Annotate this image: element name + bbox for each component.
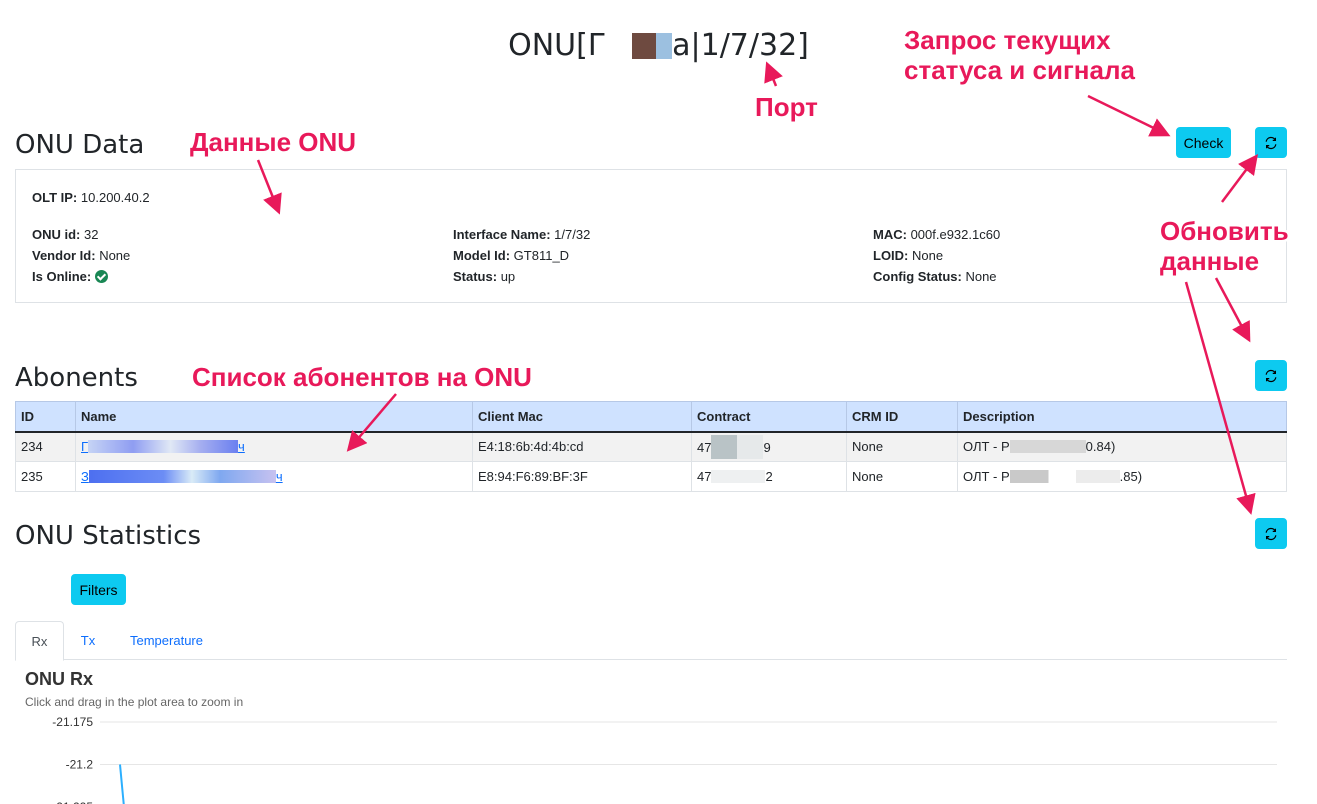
y-tick-label: -21.175 [52, 715, 93, 729]
refresh-icon [1265, 136, 1277, 149]
page-title-prefix: ONU[Г [508, 28, 607, 63]
table-row: 235 Зч E8:94:F6:89:BF:3F 47 2 None ОЛТ - … [15, 461, 1287, 492]
is-online-row: Is Online: [32, 266, 130, 287]
tab-rx[interactable]: Rx [15, 621, 64, 661]
config-status-row: Config Status: None [873, 269, 997, 284]
col-crm-id: CRM ID [846, 401, 958, 433]
mac-row: MAC: 000f.e932.1c60 [873, 227, 1001, 242]
statistics-heading: ONU Statistics [15, 521, 202, 551]
annotation-abonents-list: Список абонентов на ONU [192, 362, 532, 392]
annotation-port: Порт [755, 92, 818, 122]
model-row: Model Id: GT811_D [453, 248, 570, 263]
col-name: Name [75, 401, 473, 433]
rx-chart[interactable]: -21.175 -21.2 -21.225 [0, 705, 1317, 804]
refresh-icon [1265, 369, 1277, 382]
onu-id-row: ONU id: 32 [32, 227, 99, 242]
chart-title: ONU Rx [25, 669, 94, 689]
filters-button[interactable]: Filters [71, 574, 126, 605]
olt-ip-row: OLT IP: 10.200.40.2 [32, 190, 150, 205]
online-check-icon [94, 270, 108, 283]
onu-col-2: Interface Name: 1/7/32 Model Id: GT811_D… [453, 224, 590, 287]
statistics-tabs: Rx Tx Temperature [15, 621, 1287, 661]
col-contract: Contract [691, 401, 847, 433]
tab-temperature[interactable]: Temperature [119, 621, 214, 660]
status-row: Status: up [453, 269, 516, 284]
page-title-suffix: а|1/7/32] [672, 28, 809, 63]
rx-series-line [119, 764, 125, 804]
vendor-id-row: Vendor Id: None [32, 248, 131, 263]
col-client-mac: Client Mac [472, 401, 692, 433]
arrow-check [1087, 94, 1171, 137]
y-tick-label: -21.2 [66, 758, 94, 772]
abonents-heading: Abonents [15, 363, 138, 393]
onu-col-3: MAC: 000f.e932.1c60 LOID: None Config St… [873, 224, 1000, 287]
abonent-name-link[interactable]: Гч [81, 439, 245, 454]
onu-col-1: ONU id: 32 Vendor Id: None Is Online: [32, 224, 130, 287]
loid-row: LOID: None [873, 248, 944, 263]
table-row: 234 Гч E4:18:6b:4d:4b:cd 47 9 None ОЛТ - … [15, 431, 1287, 462]
annotation-onu-data: Данные ONU [190, 127, 357, 157]
check-button[interactable]: Check [1176, 127, 1231, 158]
olt-ip-value: 10.200.40.2 [80, 190, 150, 205]
refresh-abonents-button[interactable] [1255, 360, 1287, 391]
col-id: ID [15, 401, 76, 433]
onu-data-heading: ONU Data [15, 130, 145, 160]
refresh-icon [1265, 527, 1277, 540]
onu-data-card: OLT IP: 10.200.40.2 ONU id: 32 Vendor Id… [15, 169, 1287, 303]
refresh-onu-data-button[interactable] [1255, 127, 1287, 158]
annotation-request: Запрос текущих статуса и сигнала [904, 25, 1135, 85]
interface-row: Interface Name: 1/7/32 [453, 227, 591, 242]
abonent-name-link[interactable]: Зч [81, 469, 283, 484]
arrow-port [764, 61, 783, 87]
table-header-row: ID Name Client Mac Contract CRM ID Descr… [15, 401, 1287, 433]
y-tick-label: -21.225 [52, 800, 93, 804]
tab-tx[interactable]: Tx [70, 621, 106, 660]
col-description: Description [957, 401, 1287, 433]
abonents-table: ID Name Client Mac Contract CRM ID Descr… [15, 401, 1287, 492]
annotation-refresh: Обновить данные [1160, 216, 1289, 276]
refresh-statistics-button[interactable] [1255, 518, 1287, 549]
